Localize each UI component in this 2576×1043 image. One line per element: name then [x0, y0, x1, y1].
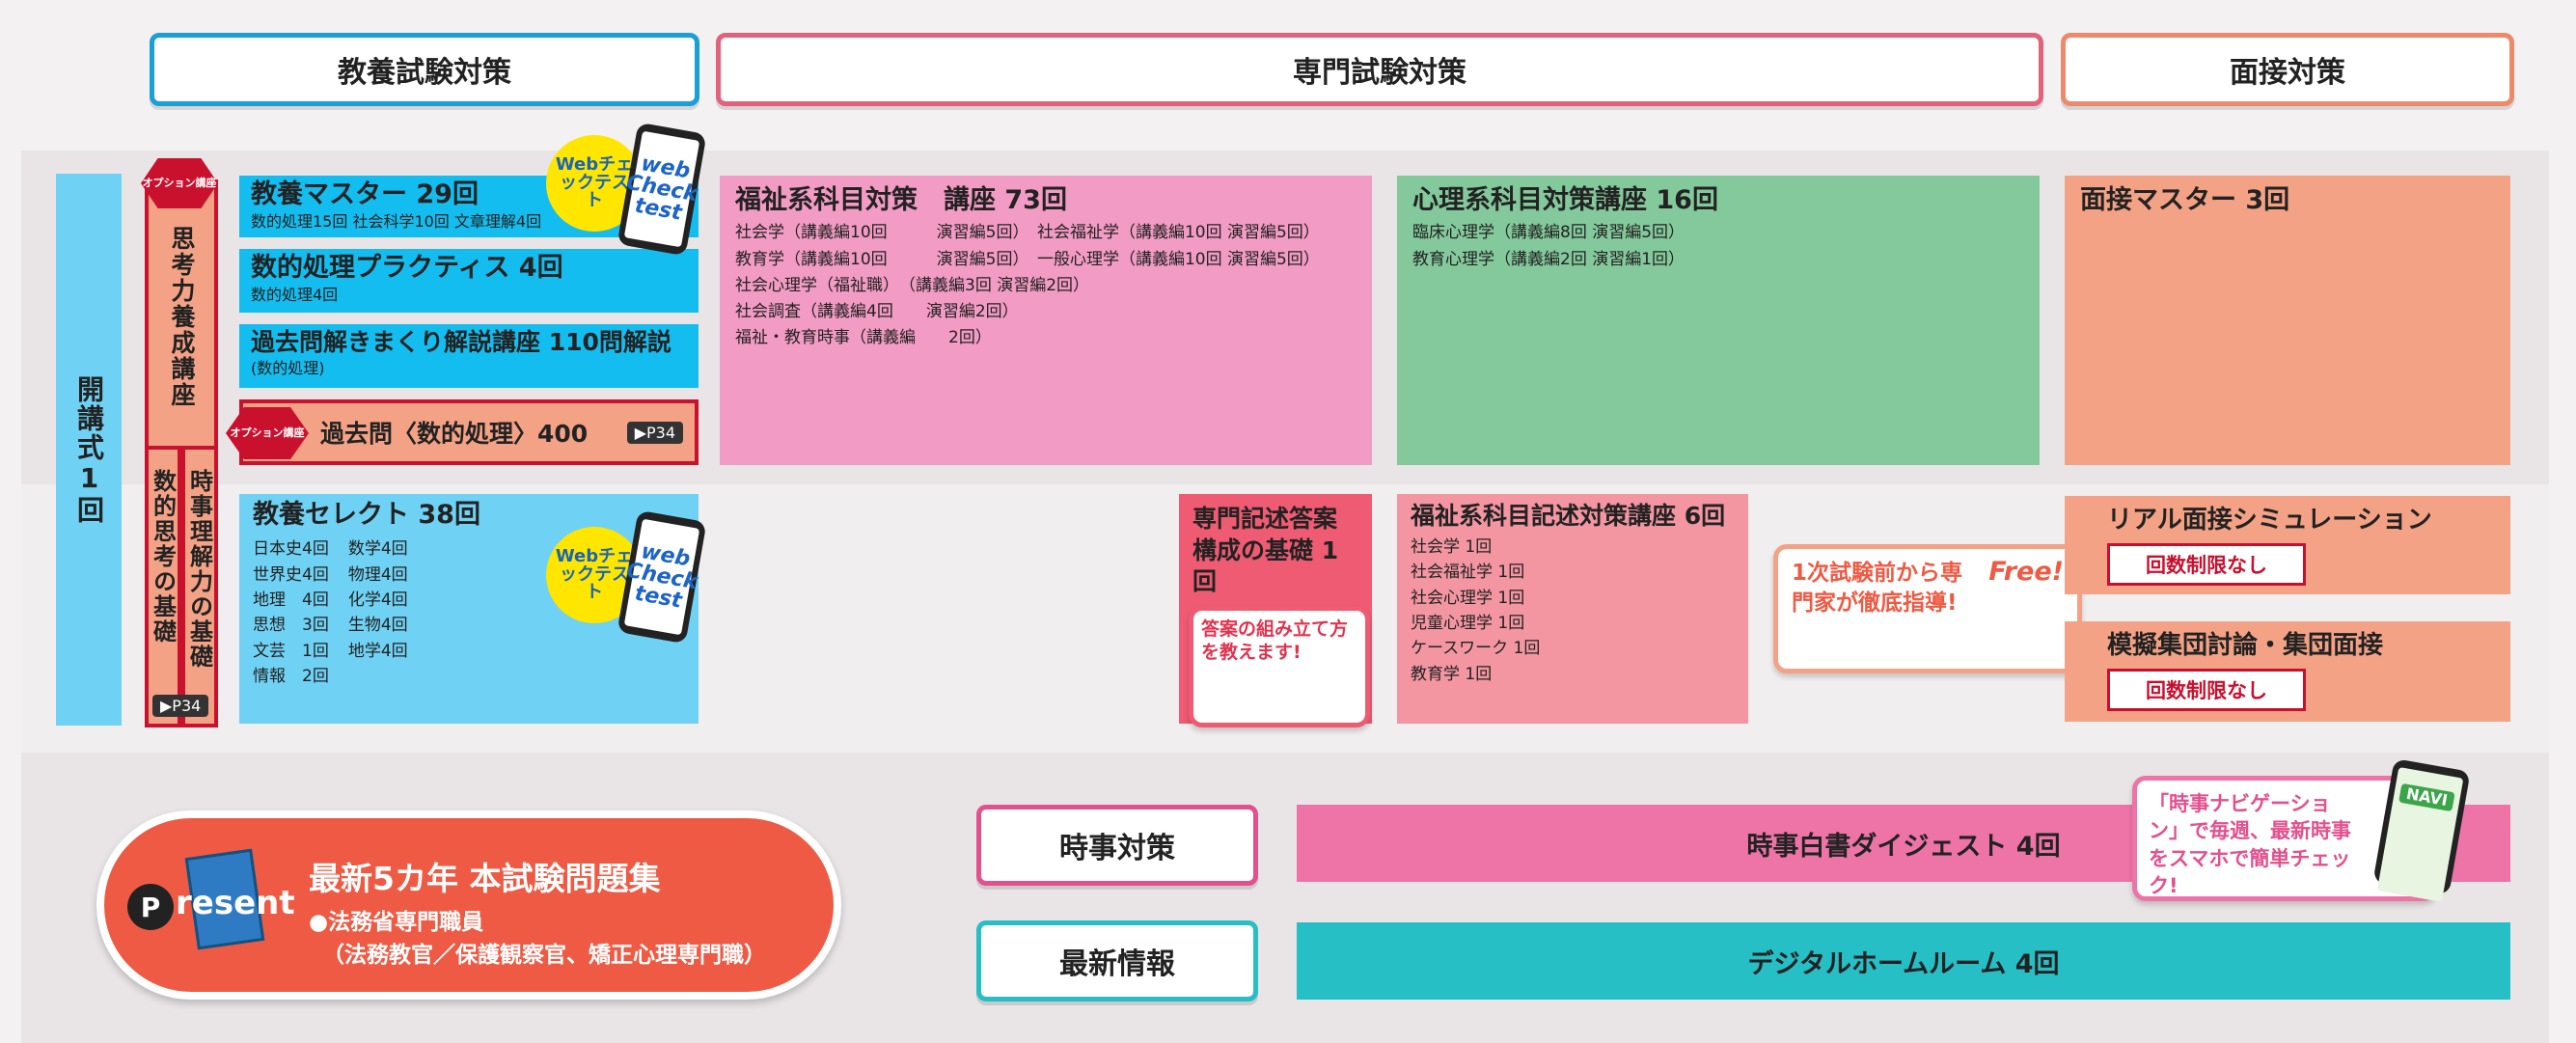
welfare-essay-line: 社会心理学 1回 — [1411, 588, 1525, 608]
essay-callout: 答案の組み立て方を教えます! — [1189, 606, 1370, 727]
kyoyo-select-item: 文芸 1回 — [253, 641, 329, 661]
welfare-lines: 社会学（講義編10回 演習編5回） 社会福祉学（講義編10回 演習編5回） 教育… — [735, 220, 1357, 351]
course-psychology: 心理系科目対策講座 16回 臨床心理学（講義編8回 演習編5回） 教育心理学（講… — [1397, 176, 2040, 465]
kyoyo-select-item: 日本史4回 — [253, 539, 329, 560]
kyoyo-select-left: 日本史4回 世界史4回 地理 4回 思想 3回 文芸 1回 情報 2回 — [253, 536, 329, 689]
numeric-practice-detail: 数的処理4回 — [251, 286, 339, 305]
kyoyo-select-item: 地学4回 — [347, 641, 408, 661]
welfare-essay-title: 福祉系科目記述対策講座 6回 — [1411, 502, 1726, 530]
present-badge: P — [127, 884, 174, 930]
course-welfare: 福祉系科目対策 講座 73回 社会学（講義編10回 演習編5回） 社会福祉学（講… — [720, 176, 1372, 465]
past-exam-detail: (数的処理) — [251, 359, 325, 377]
current-affairs-basics-label: 時事理解力の基礎 — [185, 469, 213, 670]
kyoyo-select-item: 化学4回 — [347, 590, 408, 611]
navi-label: NAVI — [2398, 782, 2455, 812]
kyoyo-select-item: 生物4回 — [347, 616, 408, 636]
thinking-course: 思考力養成講座 — [145, 179, 218, 450]
essay-basics-title: 専門記述答案構成の基礎 1回 — [1192, 505, 1339, 595]
group-interview-limit: 回数制限なし — [2107, 669, 2306, 712]
interview-master-title: 面接マスター 3回 — [2080, 185, 2290, 215]
course-welfare-essay: 福祉系科目記述対策講座 6回 社会学 1回 社会福祉学 1回 社会心理学 1回 … — [1397, 494, 1748, 724]
latest-info-bar: デジタルホームルーム 4回 — [1297, 922, 2510, 1000]
group-interview-title: 模擬集団討論・集団面接 — [2107, 631, 2384, 660]
header-specialized: 専門試験対策 — [716, 33, 2043, 106]
free-callout: 1次試験前から専門家が徹底指導! Free! — [1773, 544, 2082, 673]
kyoyo-select-item: 世界史4回 — [253, 564, 329, 585]
present-title: 最新5カ年 本試験問題集 — [309, 860, 661, 897]
welfare-essay-line: 社会福祉学 1回 — [1411, 563, 1525, 583]
past-numeric-title: 過去問〈数的処理〉400 — [320, 420, 589, 448]
welfare-line: 社会学（講義編10回 演習編5回） 社会福祉学（講義編10回 演習編5回） — [735, 223, 1320, 243]
numeric-basics-label: 数的思考の基礎 — [149, 469, 177, 645]
welfare-essay-line: 児童心理学 1回 — [1411, 614, 1525, 634]
welfare-line: 教育学（講義編10回 演習編5回） 一般心理学（講義編10回 演習編5回） — [735, 249, 1320, 269]
kyoyo-select-item: 思想 3回 — [253, 616, 329, 636]
welfare-essay-line: 教育学 1回 — [1411, 664, 1493, 684]
free-callout-text: 1次試験前から専門家が徹底指導! — [1792, 561, 1963, 617]
present-word: resent — [176, 884, 295, 922]
welfare-line: 福祉・教育時事（講義編 2回） — [735, 328, 992, 348]
real-interview-limit: 回数制限なし — [2107, 543, 2306, 587]
web-check-phone-screen: web Check test — [623, 518, 700, 636]
current-affairs-label: 時事対策 — [976, 805, 1258, 886]
real-interview-title: リアル面接シミュレーション — [2107, 506, 2432, 535]
course-numeric-practice: 数的処理プラクティス 4回 数的処理4回 — [239, 249, 699, 313]
psychology-title: 心理系科目対策講座 16回 — [1412, 185, 1718, 215]
psychology-lines: 臨床心理学（講義編8回 演習編5回） 教育心理学（講義編2回 演習編1回） — [1412, 220, 2024, 272]
web-check-phone-screen: web Check test — [623, 130, 700, 248]
latest-info-label: 最新情報 — [976, 920, 1258, 1002]
numeric-practice-title: 数的処理プラクティス 4回 — [251, 253, 563, 283]
present-pill: P resent 最新5カ年 本試験問題集 ●法務省専門職員 （法務教官／保護観… — [96, 810, 841, 1000]
kyoyo-select-title: 教養セレクト 38回 — [253, 500, 480, 530]
page-ref-past-numeric[interactable]: ▶P34 — [626, 421, 683, 444]
course-past-exam: 過去問解きまくり解説講座 110問解説 (数的処理) — [239, 324, 699, 388]
opening-label: 開講式 — [73, 374, 105, 462]
welfare-essay-line: ケースワーク 1回 — [1411, 639, 1541, 659]
kyoyo-select-item: 地理 4回 — [253, 590, 329, 611]
welfare-essay-lines: 社会学 1回 社会福祉学 1回 社会心理学 1回 児童心理学 1回 ケースワーク… — [1411, 535, 1735, 687]
page-ref-left[interactable]: ▶P34 — [152, 695, 209, 717]
welfare-essay-line: 社会学 1回 — [1411, 537, 1493, 557]
opening-count: 1回 — [73, 461, 105, 525]
welfare-line: 社会心理学（福祉職） （講義編3回 演習編2回） — [735, 275, 1090, 295]
welfare-title: 福祉系科目対策 講座 73回 — [735, 185, 1067, 215]
free-label: Free! — [1988, 557, 2064, 587]
course-past-numeric[interactable]: 過去問〈数的処理〉400 ▶P34 — [239, 399, 699, 465]
course-group-interview: 模擬集団討論・集団面接 回数制限なし — [2065, 621, 2510, 722]
kyoyo-select-right: 数学4回 物理4回 化学4回 生物4回 地学4回 — [348, 536, 408, 689]
current-affairs-basics: 時事理解力の基礎 — [181, 446, 218, 727]
header-general: 教養試験対策 — [150, 33, 699, 106]
course-real-interview: リアル面接シミュレーション 回数制限なし — [2065, 496, 2510, 594]
past-exam-title: 過去問解きまくり解説講座 110問解説 — [251, 328, 671, 356]
opening-ceremony: 開講式 1回 — [56, 174, 122, 726]
kyoyo-select-item: 数学4回 — [347, 539, 408, 560]
header-interview: 面接対策 — [2061, 33, 2514, 106]
kyoyo-select-item: 情報 2回 — [253, 667, 329, 687]
present-line2: （法務教官／保護観察官、矯正心理専門職） — [322, 943, 766, 968]
psychology-line: 臨床心理学（講義編8回 演習編5回） — [1412, 223, 1685, 243]
present-line1: ●法務省専門職員 — [309, 910, 484, 935]
welfare-line: 社会調査（講義編4回 演習編2回） — [735, 301, 1019, 321]
psychology-line: 教育心理学（講義編2回 演習編1回） — [1412, 249, 1685, 269]
kyoyo-select-item: 物理4回 — [347, 564, 408, 585]
thinking-course-label: 思考力養成講座 — [168, 226, 196, 408]
numeric-basics: 数的思考の基礎 — [145, 446, 181, 727]
course-interview-master: 面接マスター 3回 — [2065, 176, 2510, 465]
